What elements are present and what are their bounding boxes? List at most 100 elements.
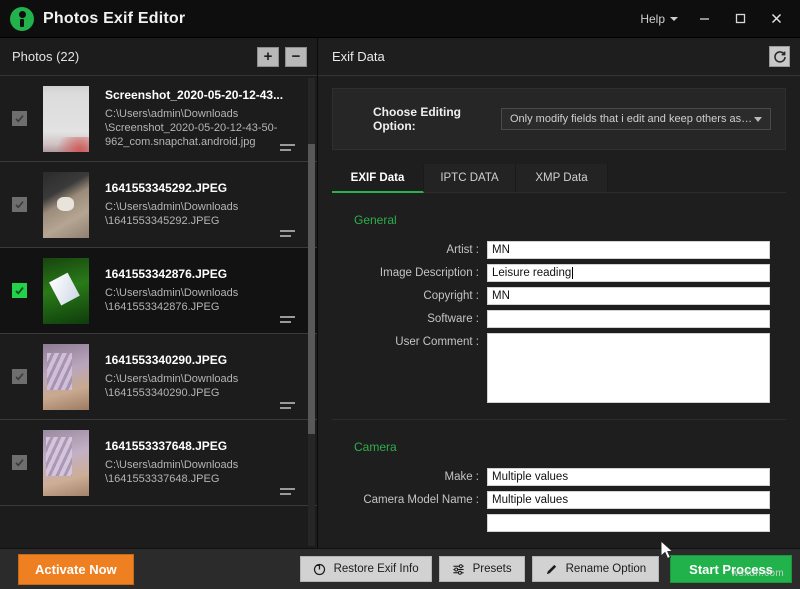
minimize-icon — [699, 18, 709, 20]
bottom-toolbar: Activate Now Restore Exif Info Presets R… — [0, 548, 800, 589]
section-title-camera: Camera — [354, 440, 397, 454]
photo-checkbox[interactable] — [12, 111, 27, 126]
photo-checkbox[interactable] — [12, 455, 27, 470]
check-icon — [15, 115, 24, 123]
photos-list[interactable]: Screenshot_2020-05-20-12-43... C:\Users\… — [0, 76, 317, 548]
editing-option-value: Only modify fields that i edit and keep … — [510, 113, 754, 125]
photos-count-label: Photos (22) — [12, 49, 80, 64]
rename-option-button[interactable]: Rename Option — [531, 556, 660, 582]
chevron-down-icon — [754, 116, 762, 122]
text-cursor — [572, 267, 574, 279]
add-photos-button[interactable]: + — [257, 46, 279, 67]
photo-thumbnail — [43, 171, 89, 238]
check-icon — [15, 459, 24, 467]
photo-checkbox[interactable] — [12, 283, 27, 298]
field-artist: Artist : MN — [332, 241, 786, 259]
artist-input[interactable]: MN — [487, 241, 770, 259]
drag-handle-icon[interactable] — [280, 316, 295, 323]
editing-option-label: Choose Editing Option: — [373, 105, 461, 133]
close-button[interactable] — [758, 4, 794, 34]
photo-filename: 1641553345292.JPEG — [105, 181, 228, 195]
field-next-partial — [332, 514, 786, 532]
photo-meta: Screenshot_2020-05-20-12-43... C:\Users\… — [105, 88, 307, 149]
exif-panel-header: Exif Data — [318, 38, 800, 76]
field-copyright: Copyright : MN — [332, 287, 786, 305]
software-input[interactable] — [487, 310, 770, 328]
photo-checkbox[interactable] — [12, 369, 27, 384]
image-description-input[interactable]: Leisure reading — [487, 264, 770, 282]
field-camera-model-name: Camera Model Name : Multiple values — [332, 491, 786, 509]
photos-panel: Photos (22) + − Screenshot_2020-05-20-12… — [0, 38, 318, 548]
restore-exif-info-button[interactable]: Restore Exif Info — [299, 556, 432, 582]
photos-list-scrollbar[interactable] — [308, 78, 315, 546]
photo-filepath: C:\Users\admin\Downloads \1641553345292.… — [105, 201, 239, 227]
camera-model-name-input[interactable]: Multiple values — [487, 491, 770, 509]
chevron-down-icon — [670, 16, 678, 21]
photo-filepath: C:\Users\admin\Downloads \1641553342876.… — [105, 287, 239, 313]
list-item[interactable]: 1641553340290.JPEG C:\Users\admin\Downlo… — [0, 334, 317, 420]
photo-filename: Screenshot_2020-05-20-12-43... — [105, 88, 284, 102]
copyright-input[interactable]: MN — [487, 287, 770, 305]
photo-filename: 1641553340290.JPEG — [105, 353, 228, 367]
sliders-icon — [453, 563, 464, 575]
list-item-selected[interactable]: 1641553342876.JPEG C:\Users\admin\Downlo… — [0, 248, 317, 334]
photo-thumbnail — [43, 343, 89, 410]
minimize-button[interactable] — [686, 4, 722, 34]
rename-option-label: Rename Option — [565, 563, 647, 575]
photo-filename: 1641553337648.JPEG — [105, 439, 228, 453]
make-input[interactable]: Multiple values — [487, 468, 770, 486]
photo-thumbnail — [43, 429, 89, 496]
photo-thumbnail — [43, 257, 89, 324]
tab-xmp-data[interactable]: XMP Data — [516, 164, 608, 192]
field-label: User Comment : — [395, 336, 479, 348]
mouse-cursor-icon — [661, 541, 674, 560]
exif-panel: Exif Data Choose Editing Option: Only mo… — [318, 38, 800, 548]
maximize-button[interactable] — [722, 4, 758, 34]
tab-exif-data[interactable]: EXIF Data — [332, 164, 424, 193]
app-title: Photos Exif Editor — [43, 9, 186, 27]
photo-filepath: C:\Users\admin\Downloads \1641553340290.… — [105, 373, 239, 399]
pencil-icon — [546, 564, 556, 574]
image-description-value: Leisure reading — [492, 267, 572, 279]
photo-meta: 1641553337648.JPEG C:\Users\admin\Downlo… — [105, 439, 307, 486]
title-bar: Photos Exif Editor Help — [0, 0, 800, 38]
editing-option-select[interactable]: Only modify fields that i edit and keep … — [501, 108, 771, 130]
photos-panel-header: Photos (22) + − — [0, 38, 317, 76]
field-label: Software : — [427, 313, 479, 325]
app-logo-icon — [10, 6, 34, 31]
drag-handle-icon[interactable] — [280, 144, 295, 151]
exif-scroll-area[interactable]: Choose Editing Option: Only modify field… — [318, 76, 800, 548]
list-item[interactable]: Screenshot_2020-05-20-12-43... C:\Users\… — [0, 76, 317, 162]
list-item[interactable]: 1641553337648.JPEG C:\Users\admin\Downlo… — [0, 420, 317, 506]
reset-exif-button[interactable] — [769, 46, 790, 67]
photo-filepath: C:\Users\admin\Downloads \1641553337648.… — [105, 459, 239, 485]
drag-handle-icon[interactable] — [280, 488, 295, 495]
drag-handle-icon[interactable] — [280, 402, 295, 409]
list-item[interactable]: 1641553345292.JPEG C:\Users\admin\Downlo… — [0, 162, 317, 248]
field-user-comment: User Comment : — [332, 333, 786, 403]
photo-meta: 1641553342876.JPEG C:\Users\admin\Downlo… — [105, 267, 307, 314]
help-menu-button[interactable]: Help — [632, 7, 686, 31]
photo-checkbox[interactable] — [12, 197, 27, 212]
field-label: Artist : — [446, 244, 479, 256]
presets-button[interactable]: Presets — [438, 556, 525, 582]
application-window: Photos Exif Editor Help Photos (22) + − … — [0, 0, 800, 589]
drag-handle-icon[interactable] — [280, 230, 295, 237]
photo-meta: 1641553345292.JPEG C:\Users\admin\Downlo… — [105, 181, 307, 228]
activate-now-button[interactable]: Activate Now — [18, 553, 134, 585]
tab-iptc-data[interactable]: IPTC DATA — [424, 164, 516, 192]
refresh-icon — [773, 50, 786, 63]
photo-meta: 1641553340290.JPEG C:\Users\admin\Downlo… — [105, 353, 307, 400]
section-divider — [332, 419, 786, 420]
next-field-input[interactable] — [487, 514, 770, 532]
user-comment-textarea[interactable] — [487, 333, 770, 403]
field-software: Software : — [332, 310, 786, 328]
field-label — [332, 514, 487, 517]
watermark: wsxdn.com — [731, 568, 784, 579]
main-body: Photos (22) + − Screenshot_2020-05-20-12… — [0, 38, 800, 548]
field-label: Camera Model Name : — [363, 494, 479, 506]
remove-photos-button[interactable]: − — [285, 46, 307, 67]
section-title-general: General — [354, 213, 397, 227]
field-label: Image Description : — [379, 267, 479, 279]
restore-icon — [313, 563, 325, 575]
